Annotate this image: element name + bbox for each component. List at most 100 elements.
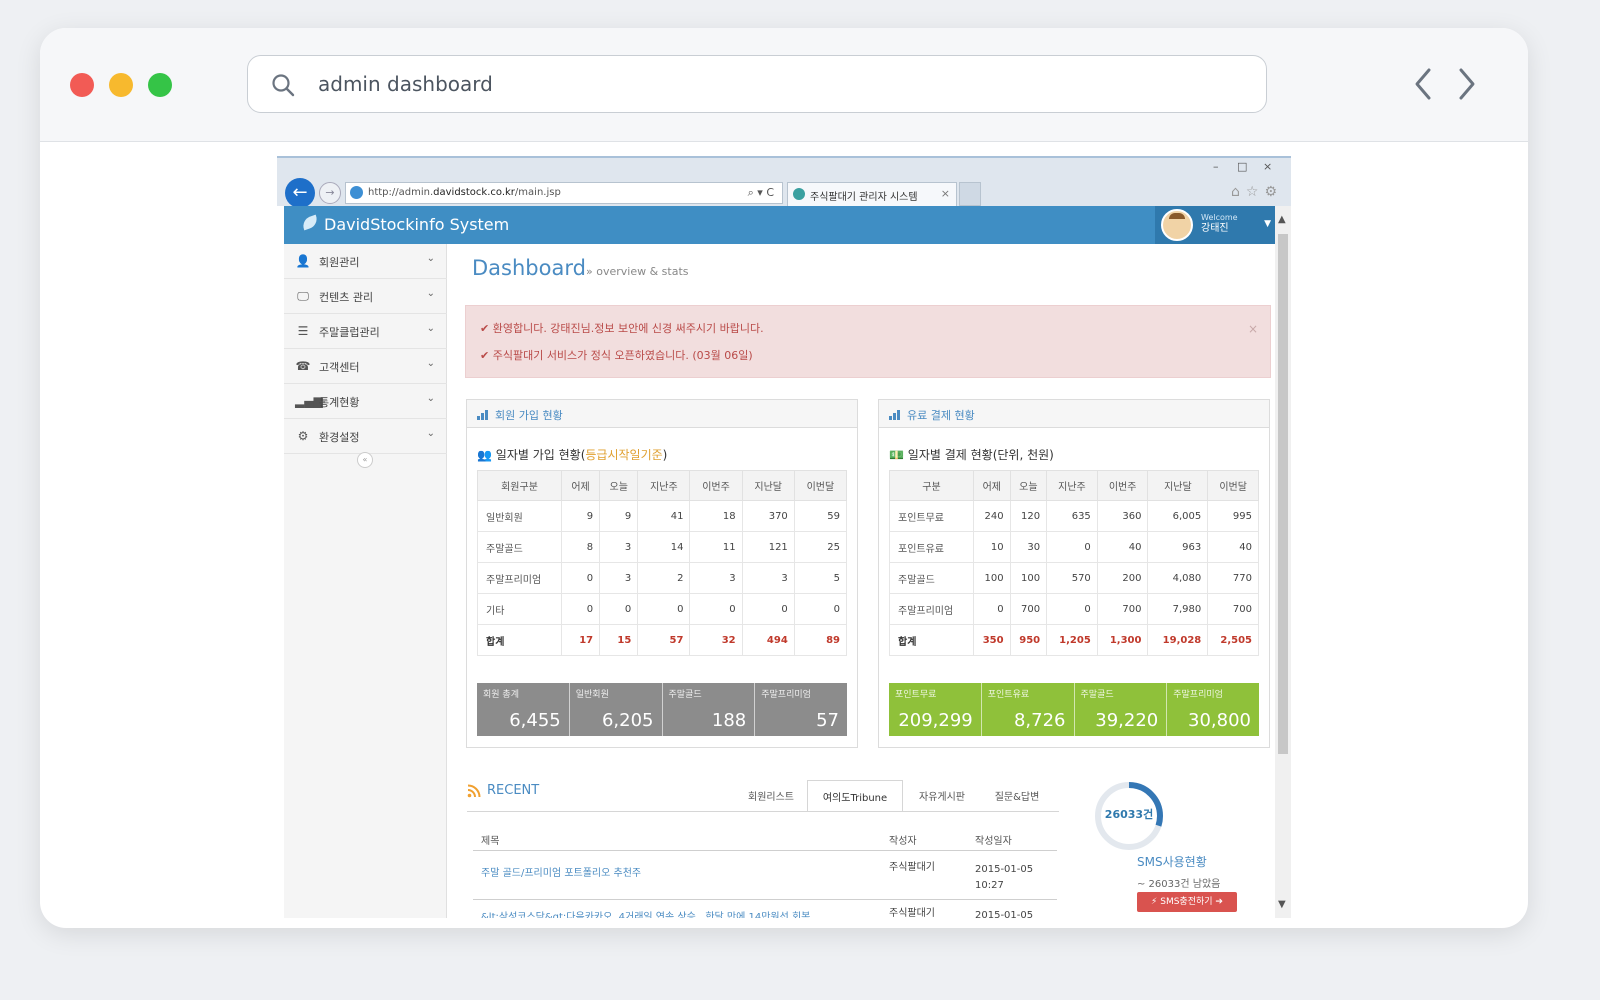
arrow-right-icon: ➔ [1215, 897, 1223, 907]
tab-free-board[interactable]: 자유게시판 [905, 780, 979, 812]
payment-summary-row: 포인트무료 209,299 포인트유료 8,726 주말골드 39,220 주말… [889, 683, 1259, 736]
minimize-icon[interactable]: – [1213, 160, 1219, 173]
post-title-link[interactable]: &lt;삼성코스닥&gt;다음카카오, 4거래일 연속 상승...한달 만에 1… [481, 908, 861, 918]
close-icon[interactable]: × [1263, 160, 1272, 173]
new-tab-button[interactable] [959, 182, 981, 206]
column-header: 구분 [889, 470, 974, 501]
summary-value: 30,800 [1188, 710, 1251, 731]
alert-close-icon[interactable]: × [1248, 322, 1258, 336]
table-row: 주말골드 100 100 570 200 4,080 770 [889, 562, 1259, 594]
tab-qna[interactable]: 질문&답변 [981, 780, 1053, 812]
phone-icon: ☎ [295, 359, 311, 373]
table-cell: 1,205 [1046, 624, 1098, 656]
back-arrow-icon[interactable] [1412, 66, 1436, 102]
table-row: 주말프리미엄 0 3 2 3 3 5 [477, 562, 848, 594]
ie-url-controls[interactable]: ⌕ ▾ C [748, 186, 774, 200]
column-header: 이번주 [689, 470, 743, 501]
user-menu[interactable]: Welcome 강태진 ▼ [1155, 206, 1277, 244]
sidebar-item-label: 회원관리 [319, 256, 360, 269]
chevron-down-icon: ⌄ [426, 288, 435, 299]
table-cell: 100 [973, 562, 1011, 594]
column-header: 작성일자 [975, 836, 1012, 847]
summary-label: 주말골드 [668, 690, 702, 700]
row-label: 일반회원 [477, 500, 562, 532]
minimize-window-button[interactable] [109, 73, 133, 97]
ie-address-bar[interactable]: http://admin.davidstock.co.kr/main.jsp ⌕… [345, 182, 783, 204]
summary-value: 6,455 [509, 710, 561, 731]
table-cell: 0 [973, 593, 1011, 625]
sidebar-item-settings[interactable]: ⚙ 환경설정 ⌄ [284, 419, 447, 454]
table-row: 주말골드 8 3 14 11 121 25 [477, 531, 848, 563]
table-row: 기타 0 0 0 0 0 0 [477, 593, 848, 625]
column-header: 오늘 [599, 470, 639, 501]
summary-label: 회원 총계 [483, 690, 519, 700]
sidebar-collapse-button[interactable]: « [357, 452, 373, 468]
sidebar-item-content-management[interactable]: 🖵 컨텐츠 관리 ⌄ [284, 279, 447, 314]
bar-chart-icon [477, 410, 489, 420]
maximize-window-button[interactable] [148, 73, 172, 97]
post-title-link[interactable]: 주말 골드/프리미엄 포트폴리오 추천주 [481, 864, 861, 879]
table-cell: 41 [637, 500, 691, 532]
sidebar-item-statistics[interactable]: ▂▄▆ 통계현황 ⌄ [284, 384, 447, 419]
welcome-text: Welcome 강태진 [1201, 213, 1238, 234]
close-window-button[interactable] [70, 73, 94, 97]
panel-title: 유료 결제 현황 [907, 409, 975, 422]
table-cell: 11 [689, 531, 743, 563]
tab-member-list[interactable]: 회원리스트 [737, 780, 805, 812]
main-content: Dashboard » overview & stats ✔ 환영합니다. 강태… [447, 244, 1275, 918]
table-cell: 350 [973, 624, 1011, 656]
table-cell: 10 [973, 531, 1011, 563]
outer-search-field[interactable]: admin dashboard [247, 55, 1267, 113]
member-summary-row: 회원 총계 6,455 일반회원 6,205 주말골드 188 주말프리미엄 5… [477, 683, 847, 736]
table-cell: 120 [1009, 500, 1048, 532]
ie-tools-icons[interactable]: ⌂☆⚙ [1231, 184, 1283, 200]
table-row: 주말프리미엄 0 700 0 700 7,980 700 [889, 593, 1259, 625]
row-label: 주말골드 [889, 562, 974, 594]
scroll-down-icon[interactable]: ▼ [1278, 899, 1286, 910]
sidebar-item-weekend-club[interactable]: ☰ 주말클럽관리 ⌄ [284, 314, 447, 349]
member-stats-table: 회원구분 어제 오늘 지난주 이번주 지난달 이번달 일반회원 9 9 41 1… [477, 470, 848, 656]
ie-forward-button[interactable]: → [319, 182, 341, 204]
sms-charge-button[interactable]: ⚡ SMS충전하기 ➔ [1137, 892, 1237, 912]
table-cell: 3 [599, 531, 639, 563]
vertical-scrollbar[interactable]: ▲ ▼ [1275, 206, 1291, 918]
table-cell: 0 [689, 593, 743, 625]
sidebar-item-label: 환경설정 [319, 431, 360, 444]
row-label: 주말프리미엄 [889, 593, 974, 625]
table-cell: 18 [689, 500, 743, 532]
ie-browser-chrome: – □ × ← → http://admin.davidstock.co.kr/… [277, 156, 1291, 208]
column-header: 지난주 [1046, 470, 1098, 501]
table-cell: 7,980 [1147, 593, 1209, 625]
tab-close-icon[interactable]: × [941, 187, 950, 200]
scroll-up-icon[interactable]: ▲ [1278, 214, 1286, 225]
column-header: 작성자 [889, 836, 917, 847]
sidebar-item-label: 컨텐츠 관리 [319, 291, 374, 304]
table-cell: 0 [637, 593, 691, 625]
ie-back-button[interactable]: ← [285, 178, 315, 208]
forward-arrow-icon[interactable] [1454, 66, 1478, 102]
table-cell: 963 [1147, 531, 1209, 563]
globe-icon [350, 186, 363, 199]
sidebar-item-member-management[interactable]: 👤 회원관리 ⌄ [284, 244, 447, 279]
scrollbar-thumb[interactable] [1278, 234, 1288, 754]
summary-label: 포인트유료 [987, 690, 1030, 700]
table-cell: 59 [793, 500, 848, 532]
summary-tile: 주말프리미엄 30,800 [1167, 683, 1259, 736]
sidebar-item-customer-center[interactable]: ☎ 고객센터 ⌄ [284, 349, 447, 384]
outer-toolbar: admin dashboard [40, 28, 1528, 142]
table-cell: 3 [741, 562, 795, 594]
table-cell: 0 [599, 593, 639, 625]
outer-search-text: admin dashboard [318, 72, 493, 96]
tab-yeouido-tribune[interactable]: 여의도Tribune [807, 780, 903, 812]
table-cell: 15 [599, 624, 639, 656]
ie-tab[interactable]: 주식팔대기 관리자 시스템 × [787, 182, 957, 206]
row-label: 합계 [477, 624, 562, 656]
maximize-icon[interactable]: □ [1237, 160, 1247, 173]
table-row: 포인트유료 10 30 0 40 963 40 [889, 531, 1259, 563]
table-cell: 240 [973, 500, 1011, 532]
table-cell: 370 [741, 500, 795, 532]
rss-icon [467, 784, 481, 798]
table-cell: 360 [1096, 500, 1149, 532]
table-cell: 0 [793, 593, 848, 625]
tab-favicon-icon [793, 188, 805, 200]
